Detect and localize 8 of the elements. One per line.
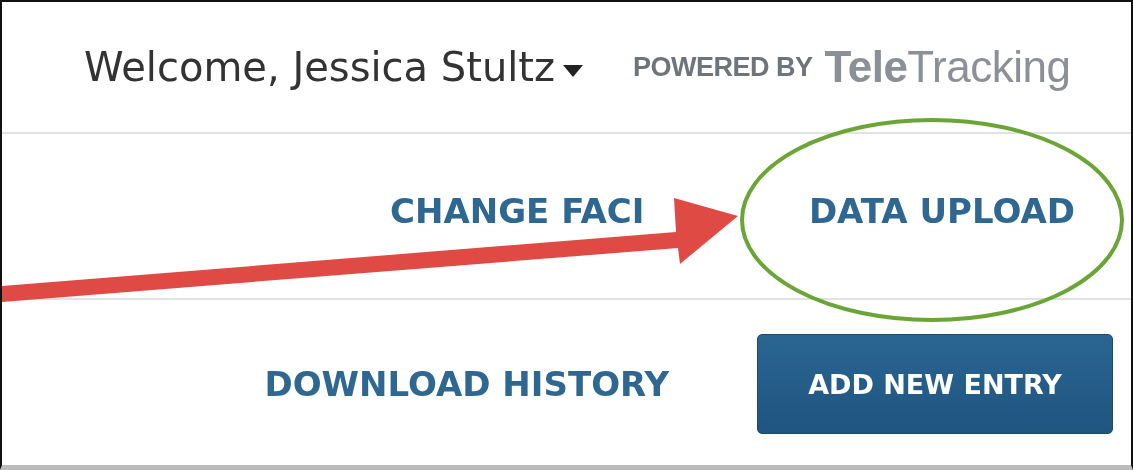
download-history-link[interactable]: DOWNLOAD HISTORY — [264, 364, 669, 404]
company-logo: TeleTracking — [824, 42, 1071, 92]
welcome-user-menu[interactable]: Welcome, Jessica Stultz — [84, 44, 556, 90]
powered-by-label: POWERED BY — [633, 51, 813, 83]
caret-icon — [563, 65, 584, 77]
add-entry-button[interactable]: ADD NEW ENTRY — [757, 334, 1113, 434]
nav-link[interactable]: CHANGE FACI — [390, 196, 645, 226]
nav-link[interactable]: DATA UPLOAD — [808, 196, 1075, 226]
